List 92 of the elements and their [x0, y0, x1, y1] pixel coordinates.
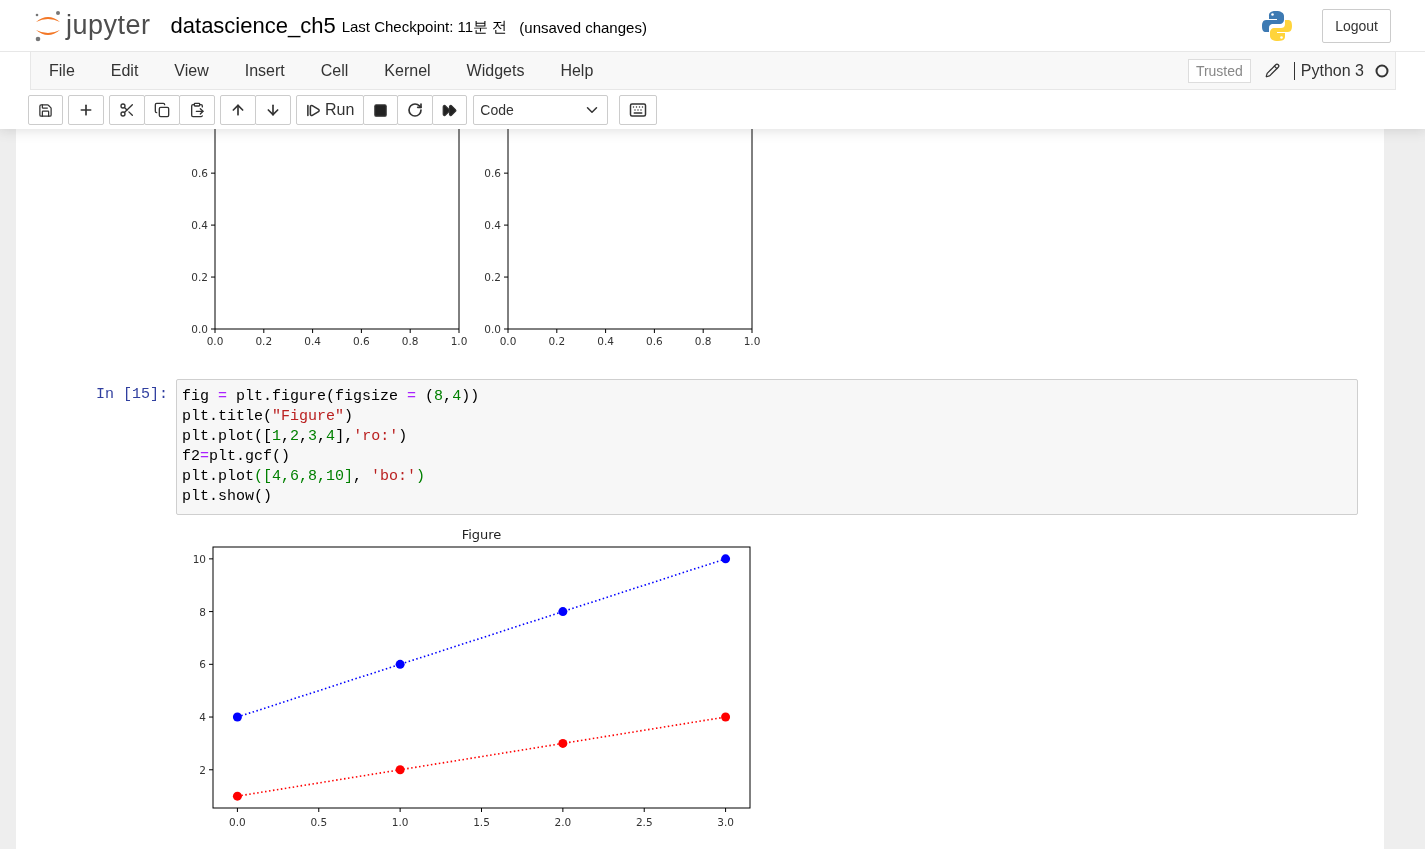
- x-tick-label: 3.0: [717, 816, 734, 828]
- point: [558, 607, 568, 617]
- notebook-name[interactable]: datascience_ch5: [170, 12, 336, 39]
- y-tick-label: 0.2: [191, 271, 208, 284]
- y-tick-label: 10: [192, 552, 206, 565]
- copy-icon: [154, 102, 170, 118]
- point: [721, 712, 731, 722]
- keyboard-shortcuts-button[interactable]: [619, 95, 658, 125]
- y-tick-label: 0.6: [191, 167, 208, 180]
- code-line: plt.show(): [182, 487, 273, 507]
- square-icon: [373, 102, 389, 118]
- run-button[interactable]: Run: [296, 95, 365, 125]
- restart-icon: [407, 102, 424, 118]
- insert-cell-button[interactable]: [68, 95, 104, 125]
- jupyter-logo-icon: [34, 8, 62, 43]
- code-line: fig = plt.figure(figsize = (8,4)): [182, 387, 481, 407]
- move-up-button[interactable]: [220, 95, 256, 125]
- menu-item[interactable]: File: [31, 61, 93, 80]
- x-tick-label: 1.0: [743, 335, 761, 347]
- x-tick-label: 0.4: [304, 335, 321, 347]
- code-line: plt.plot([1,2,3,4],'ro:'): [182, 427, 409, 447]
- point: [232, 712, 242, 722]
- y-tick-label: 0.0: [191, 323, 208, 335]
- autosave-status: (unsaved changes): [519, 19, 647, 36]
- stop-button[interactable]: [363, 95, 399, 125]
- kernel-name: Python 3: [1293, 61, 1364, 80]
- y-tick-label: 0.0: [484, 323, 501, 335]
- move-down-button[interactable]: [255, 95, 291, 125]
- trusted-indicator[interactable]: Trusted: [1187, 58, 1251, 83]
- x-tick-label: 1.0: [391, 816, 409, 828]
- x-tick-label: 0.8: [694, 335, 712, 347]
- menu-item[interactable]: Help: [542, 61, 612, 80]
- point: [558, 738, 568, 748]
- code-line: f2=plt.gcf(): [182, 447, 292, 467]
- menu-item[interactable]: View: [156, 61, 227, 80]
- code-cell-input[interactable]: fig = plt.figure(figsize = (8,4)) plt.title("Figure") plt.plot([1,2,3,4],'ro:') f2=plt.gcf() plt.plot([4,6,8,10], 'bo:') plt.show(): [176, 379, 1358, 515]
- x-tick-label: 0.0: [229, 816, 246, 828]
- menu-item[interactable]: Kernel: [366, 61, 449, 80]
- save-icon: [38, 102, 53, 118]
- menu-item[interactable]: Insert: [226, 61, 303, 80]
- edit-mode-pencil-icon: [1264, 63, 1280, 78]
- y-tick-label: 2: [199, 763, 206, 776]
- y-tick-label: 0.6: [484, 167, 501, 180]
- restart-button[interactable]: [397, 95, 434, 125]
- python-logo-icon: [1260, 8, 1295, 43]
- code-line: plt.plot([4,6,8,10], 'bo:'): [182, 467, 427, 487]
- y-tick-label: 0.4: [484, 219, 501, 232]
- point: [395, 659, 405, 669]
- keyboard-icon: [629, 101, 648, 119]
- save-button[interactable]: [28, 95, 63, 125]
- point: [721, 554, 731, 564]
- y-tick-label: 0.4: [191, 219, 208, 232]
- x-tick-label: 0.6: [646, 335, 663, 347]
- y-tick-label: 4: [199, 711, 206, 724]
- y-tick-label: 6: [199, 658, 206, 671]
- menu-item[interactable]: Widgets: [448, 61, 543, 80]
- x-tick-label: 1.0: [450, 335, 468, 347]
- jupyter-logo-text: jupyter: [66, 10, 151, 41]
- menu-item[interactable]: Edit: [92, 61, 157, 80]
- x-tick-label: 0.2: [548, 335, 566, 347]
- paste-button[interactable]: [179, 95, 215, 125]
- cell-prompt: In [15]:: [95, 385, 169, 405]
- point: [232, 791, 242, 801]
- chart-title: Figure: [461, 527, 502, 542]
- plus-icon: [78, 102, 94, 118]
- clipboard-icon: [189, 102, 205, 118]
- x-tick-label: 0.4: [597, 335, 614, 347]
- point: [395, 765, 405, 775]
- x-tick-label: 2.5: [635, 816, 653, 828]
- step-forward-icon: [306, 102, 321, 118]
- fast-forward-icon: [442, 102, 458, 118]
- menu-item[interactable]: Cell: [302, 61, 367, 80]
- logout-button[interactable]: Logout: [1322, 8, 1391, 43]
- x-tick-label: 0.8: [401, 335, 419, 347]
- run-all-button[interactable]: [432, 95, 468, 125]
- x-tick-label: 0.5: [310, 816, 328, 828]
- x-tick-label: 0.2: [255, 335, 273, 347]
- kernel-idle-circle-icon: [1375, 63, 1389, 78]
- x-tick-label: 1.5: [473, 816, 490, 828]
- x-tick-label: 0.6: [353, 335, 370, 347]
- x-tick-label: 2.0: [554, 816, 572, 828]
- arrow-up-icon: [230, 102, 246, 118]
- cell-type-select[interactable]: Code: [473, 95, 609, 125]
- checkpoint-status: Last Checkpoint: 11분 전: [341, 18, 508, 37]
- scissors-icon: [119, 102, 135, 118]
- x-tick-label: 0.0: [499, 335, 517, 347]
- cut-button[interactable]: [109, 95, 145, 125]
- code-line: plt.title("Figure"): [182, 407, 355, 427]
- copy-button[interactable]: [144, 95, 180, 125]
- y-tick-label: 8: [199, 605, 206, 618]
- y-tick-label: 0.2: [484, 271, 501, 284]
- x-tick-label: 0.0: [206, 335, 224, 347]
